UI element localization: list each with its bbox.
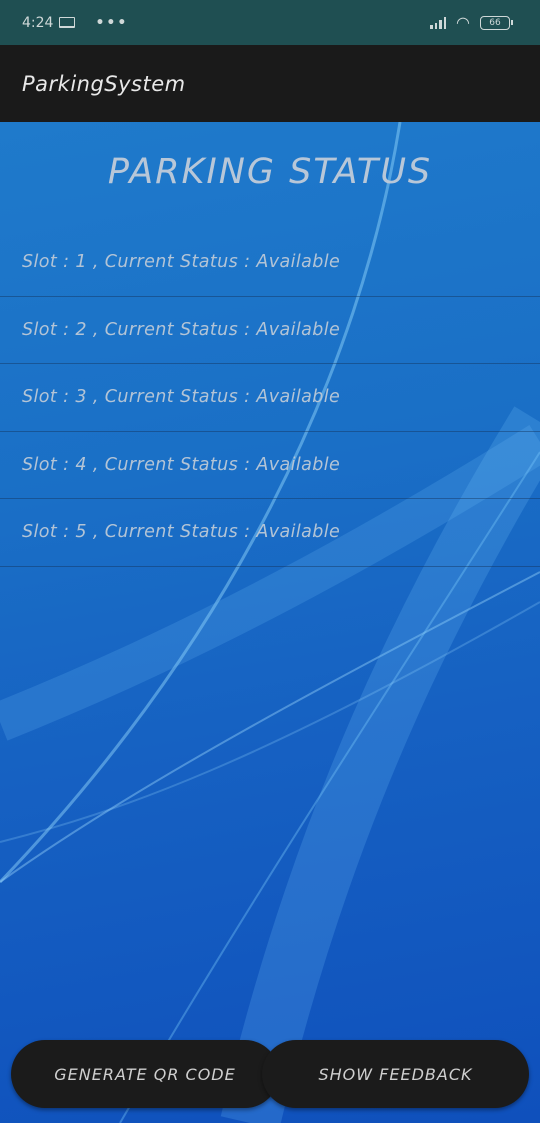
app-title: ParkingSystem — [22, 71, 186, 96]
slot-item-4[interactable]: Slot : 4 , Current Status : Available — [0, 432, 540, 499]
status-bar: 4:24 ••• ◠ 66 — [0, 0, 540, 45]
slot-item-1[interactable]: Slot : 1 , Current Status : Available — [0, 229, 540, 297]
status-time: 4:24 — [22, 14, 54, 31]
generate-qr-code-button[interactable]: GENERATE QR CODE — [11, 1040, 279, 1108]
page-title: PARKING STATUS — [107, 152, 433, 192]
battery-icon: 66 — [480, 15, 513, 30]
main-content: PARKING STATUS Slot : 1 , Current Status… — [0, 122, 540, 1123]
slot-item-3[interactable]: Slot : 3 , Current Status : Available — [0, 364, 540, 432]
show-feedback-button[interactable]: SHOW FEEDBACK — [262, 1040, 529, 1108]
wifi-icon: ◠ — [456, 13, 470, 32]
signal-icon — [430, 16, 447, 29]
status-bar-left: 4:24 ••• — [22, 15, 128, 31]
app-bar: ParkingSystem — [0, 45, 540, 122]
more-notifications-indicator: ••• — [95, 14, 129, 31]
slot-item-2[interactable]: Slot : 2 , Current Status : Available — [0, 297, 540, 364]
status-bar-right: ◠ 66 — [430, 13, 513, 32]
battery-level: 66 — [489, 17, 501, 28]
slot-item-5[interactable]: Slot : 5 , Current Status : Available — [0, 499, 540, 567]
bottom-button-bar: GENERATE QR CODE SHOW FEEDBACK — [0, 1040, 540, 1108]
slot-list: Slot : 1 , Current Status : Available Sl… — [0, 229, 540, 567]
laptop-icon — [59, 17, 76, 28]
